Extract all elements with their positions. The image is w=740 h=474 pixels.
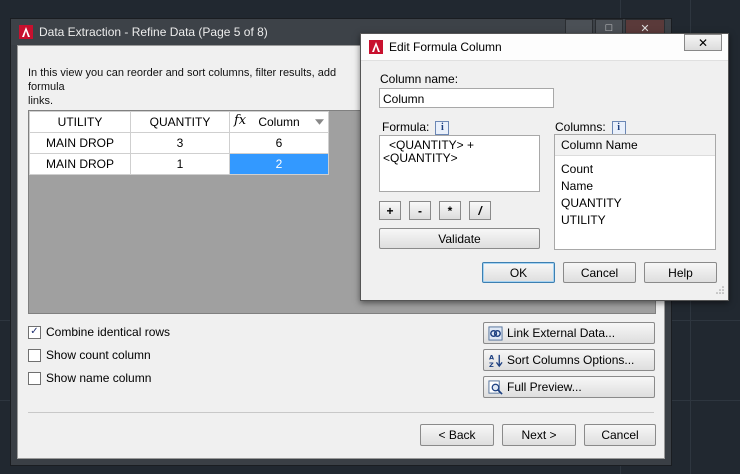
dialog-title: Edit Formula Column xyxy=(389,40,502,54)
show-name-checkbox[interactable] xyxy=(28,371,41,385)
columns-info-icon[interactable]: i xyxy=(611,120,626,135)
table-row[interactable]: MAIN DROP 3 6 xyxy=(29,132,329,154)
show-count-column-option[interactable]: Show count column xyxy=(28,348,151,362)
formula-label-text: Formula: xyxy=(382,120,430,134)
columns-label: Columns: i xyxy=(555,120,626,135)
column-header-quantity[interactable]: QUANTITY xyxy=(130,111,230,133)
columns-list[interactable]: Column Name Count Name QUANTITY UTILITY xyxy=(554,134,716,250)
operator-minus-button[interactable]: - xyxy=(409,201,431,220)
description-text: In this view you can reorder and sort co… xyxy=(28,66,358,108)
operator-divide-button[interactable]: / xyxy=(469,201,491,220)
help-button[interactable]: Help xyxy=(644,262,717,283)
formula-fx-icon: fx xyxy=(234,113,247,128)
sort-columns-options-button[interactable]: A Z Sort Columns Options... xyxy=(483,349,655,371)
formula-line-2: <QUANTITY> xyxy=(383,151,458,165)
list-item[interactable]: QUANTITY xyxy=(555,195,715,212)
column-header-formula[interactable]: fx Column xyxy=(229,111,329,133)
validate-button[interactable]: Validate xyxy=(379,228,540,249)
autocad-logo-icon xyxy=(369,40,383,54)
list-item[interactable]: Name xyxy=(555,178,715,195)
dialog-close-button[interactable]: ✕ xyxy=(684,34,722,51)
formula-info-icon[interactable]: i xyxy=(435,120,450,135)
link-external-data-button[interactable]: Link External Data... xyxy=(483,322,655,344)
table-cell[interactable]: MAIN DROP xyxy=(29,132,131,154)
dropdown-arrow-icon[interactable] xyxy=(315,119,324,125)
link-icon xyxy=(488,325,503,341)
table-cell-selected[interactable]: 2 xyxy=(229,153,329,175)
show-name-column-option[interactable]: Show name column xyxy=(28,371,151,385)
table-cell[interactable]: 6 xyxy=(229,132,329,154)
combine-rows-label: Combine identical rows xyxy=(46,325,171,339)
formula-textarea[interactable]: <QUANTITY> + <QUANTITY> xyxy=(379,135,540,192)
data-table: UTILITY QUANTITY fx Column MAIN DROP 3 6… xyxy=(29,111,329,175)
table-header-row: UTILITY QUANTITY fx Column xyxy=(29,111,329,133)
description-line-1: In this view you can reorder and sort co… xyxy=(28,67,337,93)
sort-az-icon: A Z xyxy=(489,353,503,368)
back-button[interactable]: < Back xyxy=(420,424,494,446)
combine-identical-rows-option[interactable]: ✓ Combine identical rows xyxy=(28,325,170,339)
table-cell[interactable]: 3 xyxy=(130,132,230,154)
formula-line-1: <QUANTITY> + xyxy=(389,138,475,152)
show-count-label: Show count column xyxy=(46,348,151,362)
show-name-label: Show name column xyxy=(46,371,152,385)
link-external-data-label: Link External Data... xyxy=(507,326,616,340)
table-cell[interactable]: 1 xyxy=(130,153,230,175)
formula-label: Formula: i xyxy=(382,120,450,135)
next-button[interactable]: Next > xyxy=(502,424,576,446)
ok-button[interactable]: OK xyxy=(482,262,555,283)
columns-label-text: Columns: xyxy=(555,120,606,134)
full-preview-button[interactable]: Full Preview... xyxy=(483,376,655,398)
svg-text:Z: Z xyxy=(489,361,494,368)
list-item[interactable]: UTILITY xyxy=(555,212,715,229)
operator-multiply-button[interactable]: * xyxy=(439,201,461,220)
table-cell[interactable]: MAIN DROP xyxy=(29,153,131,175)
dialog-titlebar[interactable]: Edit Formula Column ✕ xyxy=(361,34,728,61)
description-line-2: links. xyxy=(28,95,54,107)
main-window-title: Data Extraction - Refine Data (Page 5 of… xyxy=(39,25,268,39)
combine-rows-checkbox[interactable]: ✓ xyxy=(28,325,41,339)
list-item[interactable]: Count xyxy=(555,161,715,178)
autocad-logo-icon xyxy=(19,25,33,39)
dialog-cancel-button[interactable]: Cancel xyxy=(563,262,636,283)
columns-list-header: Column Name xyxy=(555,135,715,156)
column-name-input[interactable]: Column xyxy=(379,88,554,108)
column-name-label: Column name: xyxy=(380,72,459,86)
table-row[interactable]: MAIN DROP 1 2 xyxy=(29,153,329,175)
operator-plus-button[interactable]: + xyxy=(379,201,401,220)
show-count-checkbox[interactable] xyxy=(28,348,41,362)
column-header-utility[interactable]: UTILITY xyxy=(29,111,131,133)
resize-grip-icon[interactable] xyxy=(716,286,724,294)
cancel-button[interactable]: Cancel xyxy=(584,424,656,446)
preview-magnifier-icon xyxy=(488,379,503,395)
column-header-formula-label: Column xyxy=(258,115,300,129)
full-preview-label: Full Preview... xyxy=(507,380,582,394)
sort-columns-options-label: Sort Columns Options... xyxy=(507,353,635,367)
divider xyxy=(28,412,654,413)
